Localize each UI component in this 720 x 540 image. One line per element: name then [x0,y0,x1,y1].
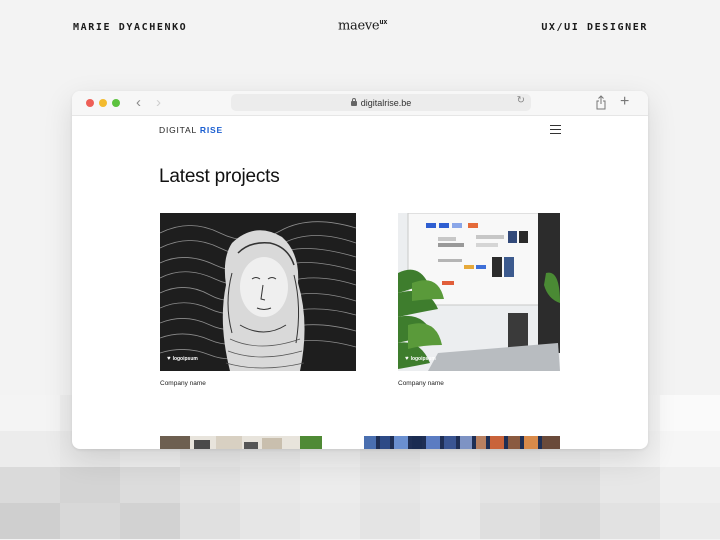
site-logo[interactable]: DIGITAL RISE [159,125,223,135]
reload-icon[interactable]: ↻ [517,95,525,106]
project-caption[interactable]: Company name [160,380,206,387]
project-image-partial[interactable] [160,436,322,449]
designer-role: UX/UI DESIGNER [541,22,648,33]
project-image-partial[interactable] [364,436,560,449]
plus-icon[interactable]: + [620,92,629,112]
chevron-right-icon[interactable]: › [156,94,161,112]
chevron-left-icon[interactable]: ‹ [136,94,141,112]
project-image-portrait[interactable]: logoipsum [160,213,356,371]
portfolio-header: MARIE DYACHENKO maeveux UX/UI DESIGNER [0,18,720,36]
brand-logo: maeveux [338,18,388,34]
close-window-button[interactable] [86,99,94,107]
image-watermark: logoipsum [167,356,198,362]
maximize-window-button[interactable] [112,99,120,107]
minimize-window-button[interactable] [99,99,107,107]
page-title: Latest projects [159,166,280,187]
browser-toolbar: ‹ › digitalrise.be ↻ + [72,91,648,116]
hamburger-menu-icon[interactable] [550,125,561,134]
website-page: DIGITAL RISE Latest projects ♥ logoipsum… [72,116,648,449]
share-icon[interactable] [596,95,606,110]
url-text: digitalrise.be [360,97,412,108]
project-caption[interactable]: Company name [398,380,444,387]
designer-name: MARIE DYACHENKO [73,22,188,33]
lock-icon [350,98,357,106]
address-bar[interactable]: digitalrise.be ↻ [231,94,531,111]
project-image-workspace[interactable]: logoipsum [398,213,560,371]
image-watermark: logoipsum [405,356,436,362]
browser-window: ‹ › digitalrise.be ↻ + DIGITAL RISE Late… [72,91,648,449]
